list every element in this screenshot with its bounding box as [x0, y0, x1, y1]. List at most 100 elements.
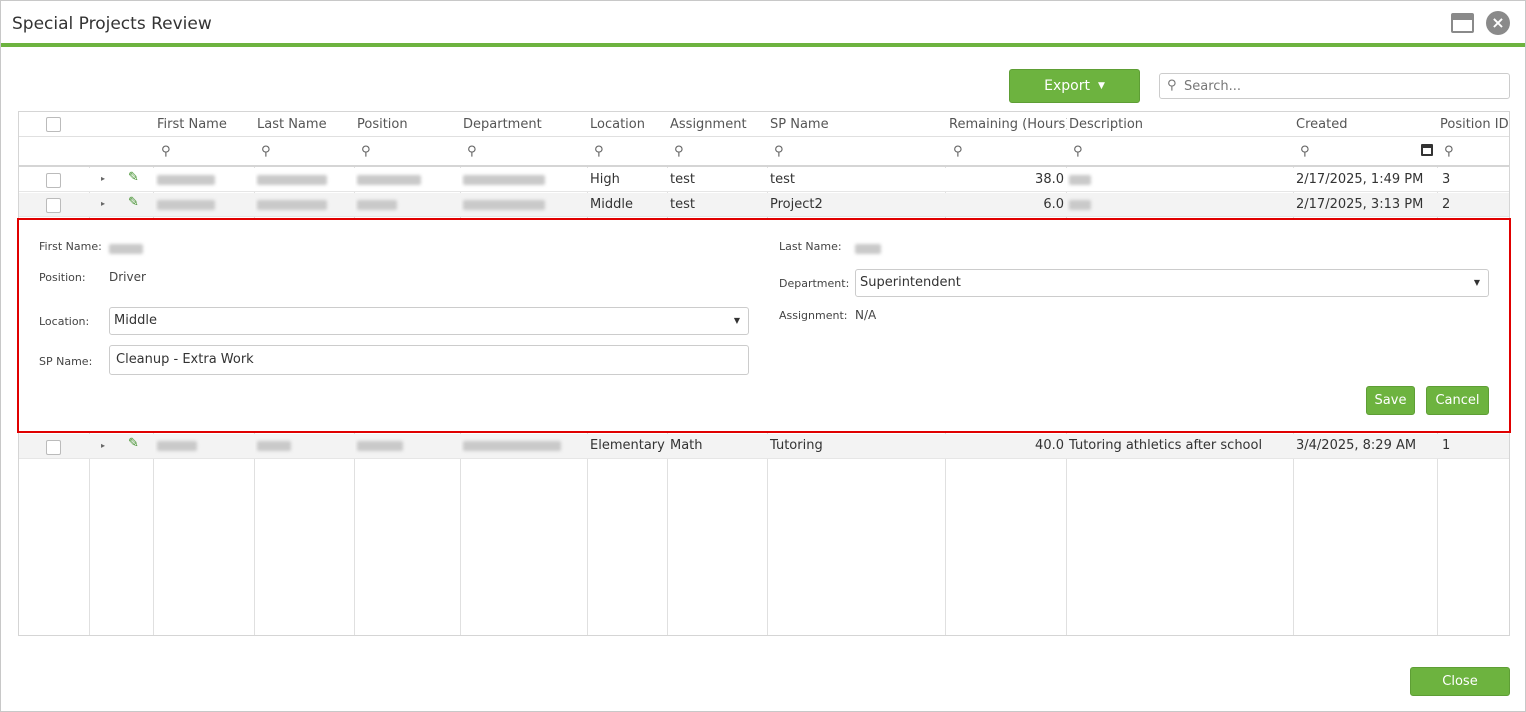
cell-remaining-hours: 6.0: [1043, 197, 1064, 212]
col-header-last-name[interactable]: Last Name: [255, 112, 354, 136]
search-icon: ⚲: [1444, 144, 1454, 159]
special-projects-dialog: Special Projects Review × Export ▼ ⚲ Firs…: [0, 0, 1526, 712]
filter-assignment[interactable]: ⚲: [668, 137, 767, 165]
search-icon: ⚲: [467, 144, 477, 159]
col-header-first-name[interactable]: First Name: [155, 112, 254, 136]
col-header-description[interactable]: Description: [1067, 112, 1293, 136]
col-header-position-id[interactable]: Position ID: [1438, 112, 1509, 136]
col-header-sp-name[interactable]: SP Name: [768, 112, 945, 136]
cell-sp-name: Project2: [770, 197, 823, 212]
table-row[interactable]: ▸ ✎ High test test 38.0 2/17/2025, 1:49 …: [19, 168, 1509, 192]
filter-description[interactable]: ⚲: [1067, 137, 1293, 165]
cell-assignment: test: [670, 197, 695, 212]
cell-created: 2/17/2025, 3:13 PM: [1296, 197, 1424, 212]
caret-down-icon: ▼: [1473, 278, 1480, 287]
cell-first-name-redacted: [155, 193, 254, 216]
assignment-label: Assignment:: [779, 309, 848, 322]
edit-pencil-icon[interactable]: ✎: [128, 436, 139, 451]
search-icon: ⚲: [1073, 144, 1083, 159]
cell-created: 2/17/2025, 1:49 PM: [1296, 172, 1424, 187]
cell-position-redacted: [355, 168, 460, 191]
dialog-titlebar: Special Projects Review ×: [1, 1, 1525, 47]
search-icon: ⚲: [1300, 144, 1310, 159]
filter-department[interactable]: ⚲: [461, 137, 587, 165]
cell-last-name-redacted: [255, 168, 354, 191]
cell-position-id: 1: [1442, 438, 1451, 453]
last-name-label: Last Name:: [779, 240, 842, 253]
close-icon[interactable]: ×: [1486, 11, 1510, 35]
maximize-icon[interactable]: [1451, 13, 1474, 33]
grid-header-row: First Name Last Name Position Department…: [19, 112, 1509, 137]
position-label: Position:: [39, 271, 86, 284]
cell-last-name-redacted: [255, 434, 354, 458]
table-row[interactable]: ▸ ✎ Middle test Project2 6.0 2/17/2025, …: [19, 193, 1509, 217]
search-icon: ⚲: [674, 144, 684, 159]
cell-position-redacted: [355, 434, 460, 458]
search-icon: ⚲: [161, 144, 171, 159]
department-select-value: Superintendent: [860, 275, 961, 290]
sp-name-input[interactable]: Cleanup - Extra Work: [109, 345, 749, 375]
caret-down-icon: ▼: [733, 316, 740, 325]
row-checkbox[interactable]: [46, 173, 61, 188]
calendar-icon[interactable]: [1421, 144, 1433, 156]
cell-description: Tutoring athletics after school: [1069, 438, 1263, 453]
search-input[interactable]: [1184, 77, 1504, 96]
dialog-title: Special Projects Review: [12, 14, 212, 34]
row-checkbox[interactable]: [46, 440, 61, 455]
cell-description-redacted: [1067, 168, 1293, 191]
expand-row-icon[interactable]: ▸: [101, 174, 105, 183]
caret-down-icon: ▼: [1097, 81, 1105, 91]
cell-location: High: [590, 172, 620, 187]
first-name-value-redacted: [109, 241, 143, 255]
expand-row-icon[interactable]: ▸: [101, 199, 105, 208]
cell-location: Elementary: [590, 438, 665, 453]
assignment-value: N/A: [855, 308, 877, 322]
filter-position-id[interactable]: ⚲: [1438, 137, 1509, 165]
cell-created: 3/4/2025, 8:29 AM: [1296, 438, 1417, 453]
col-header-remaining-hours[interactable]: Remaining (Hours): [947, 112, 1067, 136]
last-name-value-redacted: [855, 241, 881, 255]
edit-pencil-icon[interactable]: ✎: [128, 170, 139, 185]
close-button[interactable]: Close: [1410, 667, 1510, 696]
export-button[interactable]: Export ▼: [1009, 69, 1140, 103]
cell-sp-name: Tutoring: [770, 438, 823, 453]
inline-edit-form: First Name: Last Name: Position: Driver …: [17, 218, 1511, 433]
cell-position-id: 2: [1442, 197, 1451, 212]
location-select[interactable]: Middle ▼: [109, 307, 749, 335]
search-icon: ⚲: [261, 144, 271, 159]
col-header-created[interactable]: Created: [1294, 112, 1437, 136]
location-label: Location:: [39, 315, 90, 328]
department-label: Department:: [779, 277, 850, 290]
table-row[interactable]: ▸ ✎ Elementary Math Tutoring 40.0 Tutori…: [19, 434, 1509, 459]
edit-pencil-icon[interactable]: ✎: [128, 195, 139, 210]
filter-first-name[interactable]: ⚲: [155, 137, 254, 165]
filter-created[interactable]: ⚲: [1294, 137, 1437, 165]
col-header-assignment[interactable]: Assignment: [668, 112, 767, 136]
filter-sp-name[interactable]: ⚲: [768, 137, 945, 165]
cancel-button[interactable]: Cancel: [1426, 386, 1489, 415]
cell-description-redacted: [1067, 193, 1293, 216]
row-checkbox[interactable]: [46, 198, 61, 213]
col-header-location[interactable]: Location: [588, 112, 667, 136]
cell-department-redacted: [461, 168, 587, 191]
cell-position-id: 3: [1442, 172, 1451, 187]
filter-position[interactable]: ⚲: [355, 137, 460, 165]
department-select[interactable]: Superintendent ▼: [855, 269, 1489, 297]
first-name-label: First Name:: [39, 240, 102, 253]
search-icon: ⚲: [774, 144, 784, 159]
filter-location[interactable]: ⚲: [588, 137, 667, 165]
filter-last-name[interactable]: ⚲: [255, 137, 354, 165]
col-header-department[interactable]: Department: [461, 112, 587, 136]
filter-remaining-hours[interactable]: ⚲: [947, 137, 1067, 165]
col-header-position[interactable]: Position: [355, 112, 460, 136]
save-button[interactable]: Save: [1366, 386, 1415, 415]
select-all-checkbox[interactable]: [46, 117, 61, 132]
cell-first-name-redacted: [155, 168, 254, 191]
location-select-value: Middle: [114, 313, 157, 328]
search-box[interactable]: ⚲: [1159, 73, 1510, 99]
position-value: Driver: [109, 270, 146, 284]
cell-location: Middle: [590, 197, 633, 212]
cell-remaining-hours: 40.0: [1035, 438, 1064, 453]
expand-row-icon[interactable]: ▸: [101, 441, 105, 450]
cell-assignment: test: [670, 172, 695, 187]
